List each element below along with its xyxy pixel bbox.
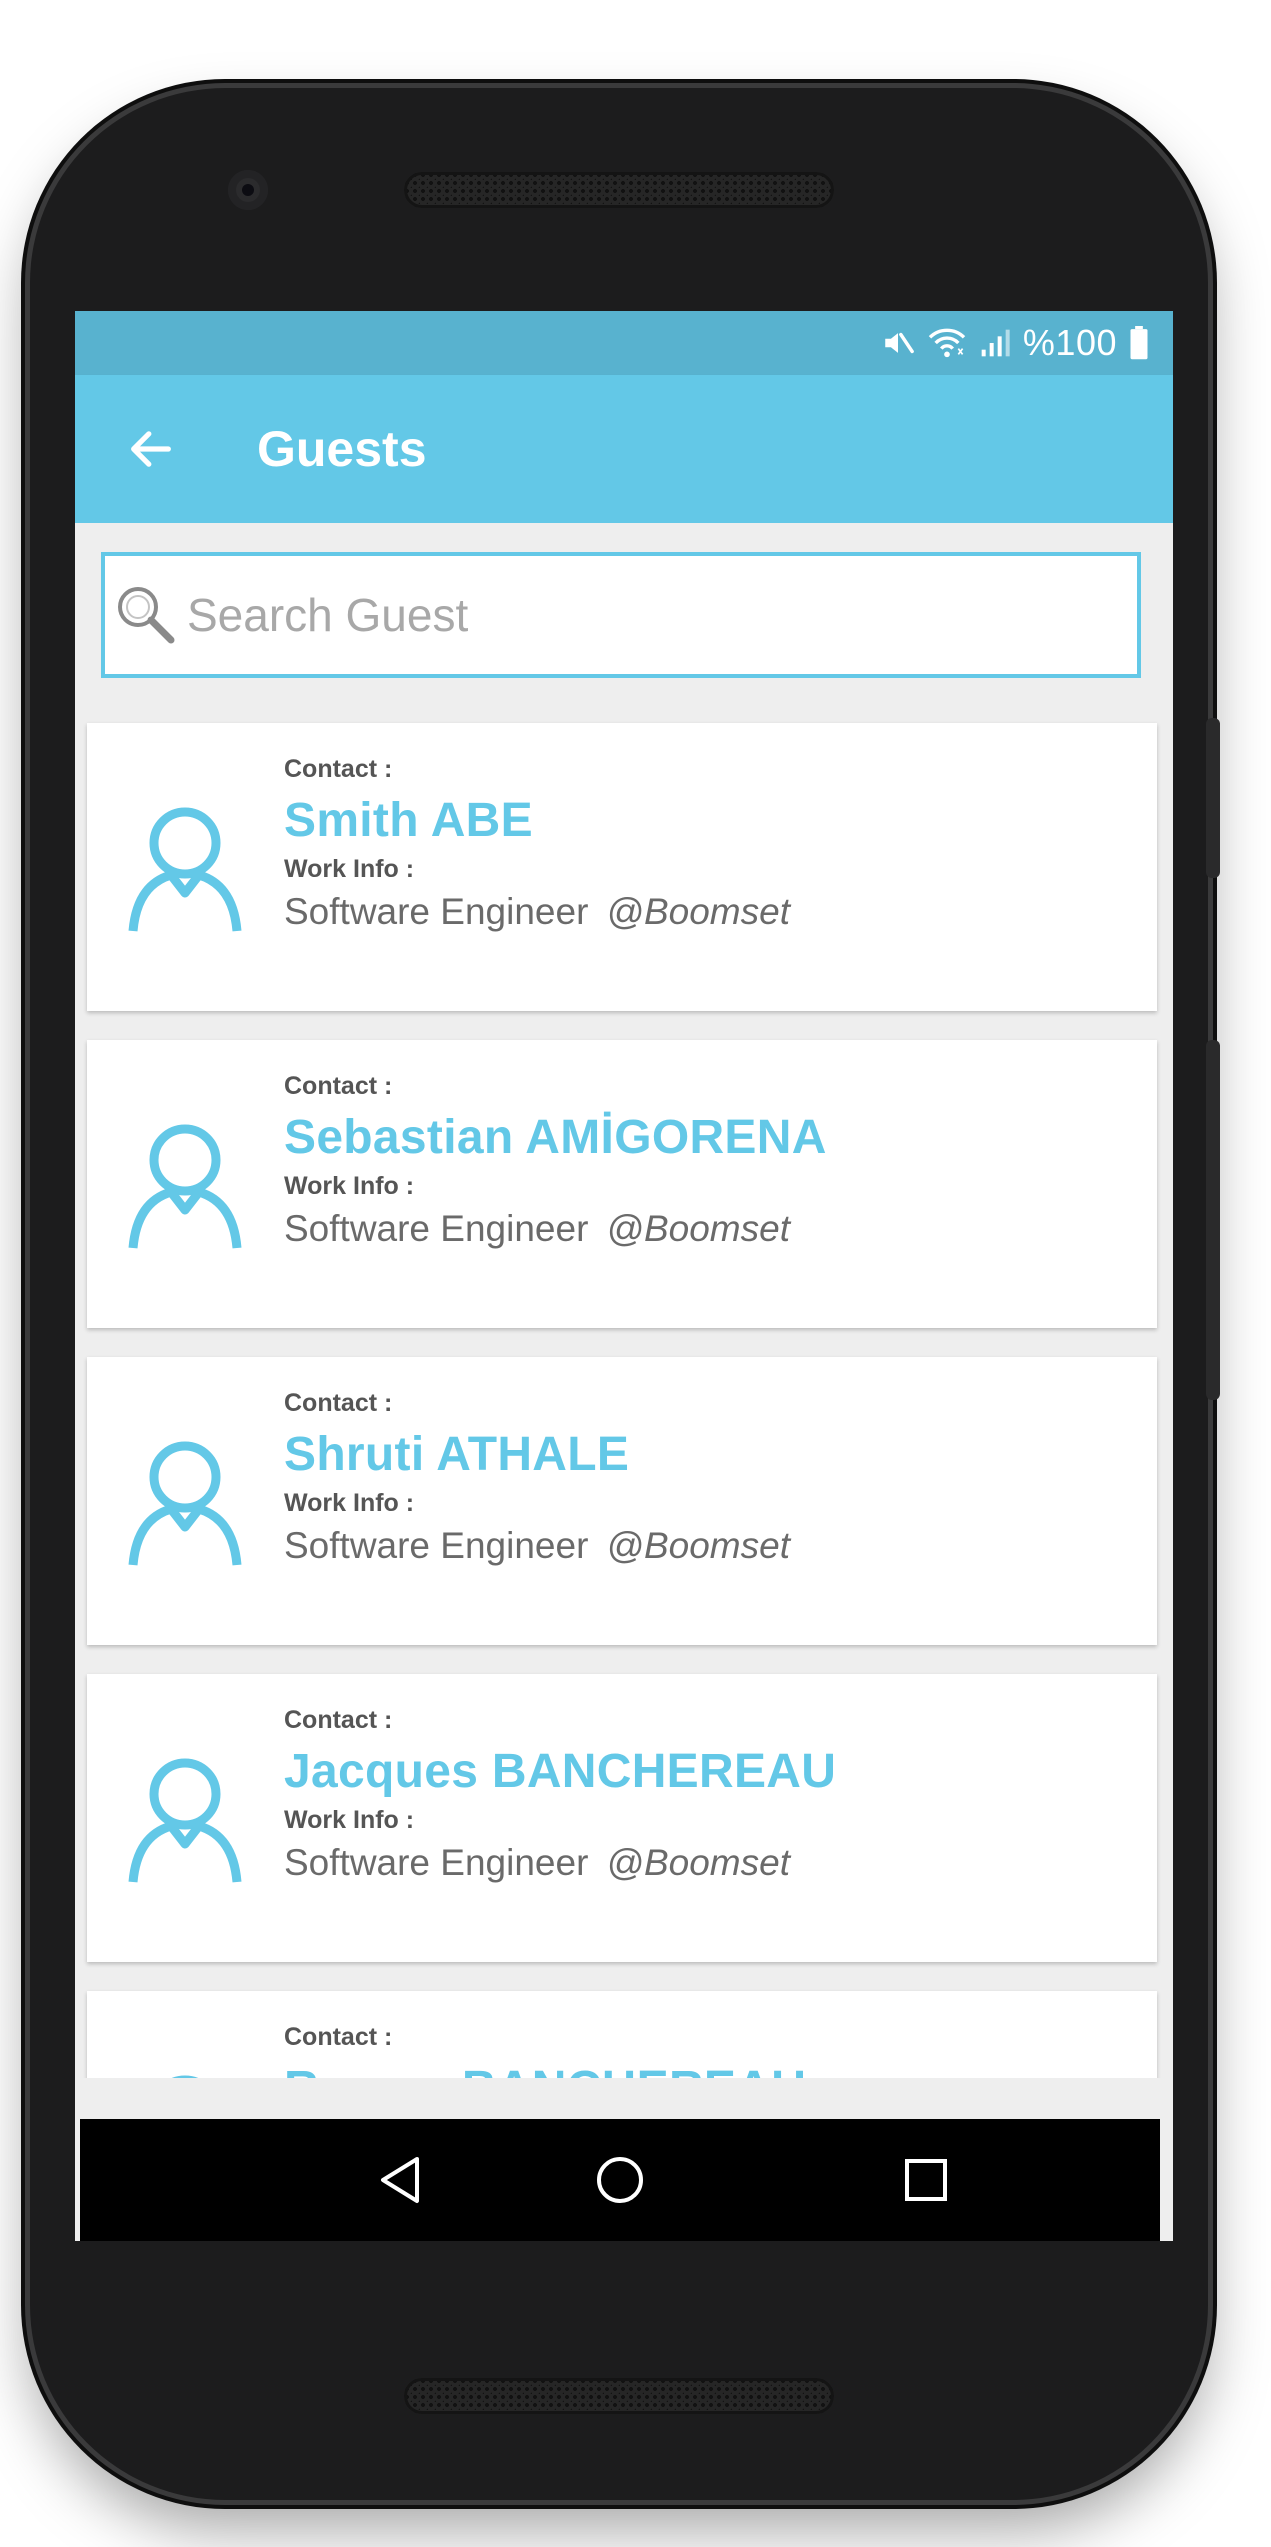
top-speaker-grille — [404, 172, 834, 208]
phone-power-button — [1206, 718, 1220, 878]
work-info: Software Engineer @Boomset — [284, 1208, 790, 1250]
company-name: @Boomset — [606, 1525, 790, 1566]
phone-volume-button — [1206, 1040, 1220, 1400]
job-title: Software Engineer — [284, 1208, 589, 1249]
bottom-speaker-grille — [404, 2378, 834, 2414]
company-name: @Boomset — [606, 891, 790, 932]
guest-name: Roman BANCHEREAU — [284, 2061, 806, 2078]
work-info: Software Engineer @Boomset — [284, 1525, 790, 1567]
guest-card[interactable]: Contact : Shruti ATHALE Work Info : Softwar… — [87, 1357, 1157, 1645]
contact-label: Contact : — [284, 1072, 393, 1100]
work-info-label: Work Info : — [284, 1489, 415, 1517]
guest-name: Jacques BANCHEREAU — [284, 1745, 837, 1798]
guest-avatar-icon — [128, 1441, 242, 1566]
home-circle-icon — [597, 2157, 643, 2203]
guest-name: Sebastian AMİGORENA — [284, 1111, 827, 1164]
battery-percentage: %100 — [1022, 322, 1117, 363]
nav-back-button[interactable] — [370, 2150, 430, 2210]
guest-avatar-icon — [128, 1758, 242, 1883]
phone-screen: %100 Guests Contact : Smith ABE Work Info … — [75, 311, 1173, 2241]
guest-name: Smith ABE — [284, 794, 533, 847]
page-title: Guests — [257, 421, 427, 477]
work-info-label: Work Info : — [284, 1806, 415, 1834]
back-triangle-icon — [381, 2157, 419, 2203]
guest-card[interactable]: Contact :Roman BANCHEREAUWork Info :Soft… — [87, 1991, 1157, 2078]
wifi-icon — [927, 326, 967, 360]
job-title: Software Engineer — [284, 1842, 589, 1883]
status-bar: %100 — [75, 311, 1173, 375]
search-box[interactable] — [101, 552, 1141, 678]
company-name: @Boomset — [606, 1842, 790, 1883]
contact-label: Contact : — [284, 2023, 393, 2051]
recents-square-icon — [905, 2159, 947, 2201]
guest-name: Shruti ATHALE — [284, 1428, 630, 1481]
contact-label: Contact : — [284, 1706, 393, 1734]
nav-recents-button[interactable] — [896, 2150, 956, 2210]
guest-cards: Contact : Smith ABE Work Info : Software En… — [87, 723, 1161, 2078]
guest-card[interactable]: Contact : Sebastian AMİGORENA Work Info : S… — [87, 1040, 1157, 1328]
search-icon — [118, 587, 175, 644]
work-info-label: Work Info : — [284, 1172, 415, 1200]
job-title: Software Engineer — [284, 1525, 589, 1566]
work-info: Software Engineer @Boomset — [284, 1842, 790, 1884]
guest-card[interactable]: Contact : Jacques BANCHEREAU Work Info : So… — [87, 1674, 1157, 1962]
guest-avatar-icon — [128, 807, 242, 932]
guest-avatar-icon — [128, 1124, 242, 1249]
signal-icon — [979, 327, 1011, 359]
mute-icon — [881, 326, 915, 360]
app-bar: Guests — [75, 375, 1173, 523]
guest-avatar-icon — [171, 2075, 199, 2078]
guest-card[interactable]: Contact : Smith ABE Work Info : Software En… — [87, 723, 1157, 1011]
work-info-label: Work Info : — [284, 855, 415, 883]
guest-list-area[interactable]: Contact : Smith ABE Work Info : Software En… — [75, 523, 1173, 2078]
system-nav-bar — [80, 2119, 1160, 2241]
work-info: Software Engineer @Boomset — [284, 891, 790, 933]
back-button[interactable] — [111, 409, 191, 489]
company-name: @Boomset — [606, 1208, 790, 1249]
nav-home-button[interactable] — [590, 2150, 650, 2210]
battery-icon — [1129, 326, 1149, 360]
search-input[interactable] — [185, 587, 1089, 643]
contact-label: Contact : — [284, 1389, 393, 1417]
front-camera — [228, 170, 268, 210]
job-title: Software Engineer — [284, 891, 589, 932]
contact-label: Contact : — [284, 755, 393, 783]
arrow-left-icon — [131, 431, 171, 467]
